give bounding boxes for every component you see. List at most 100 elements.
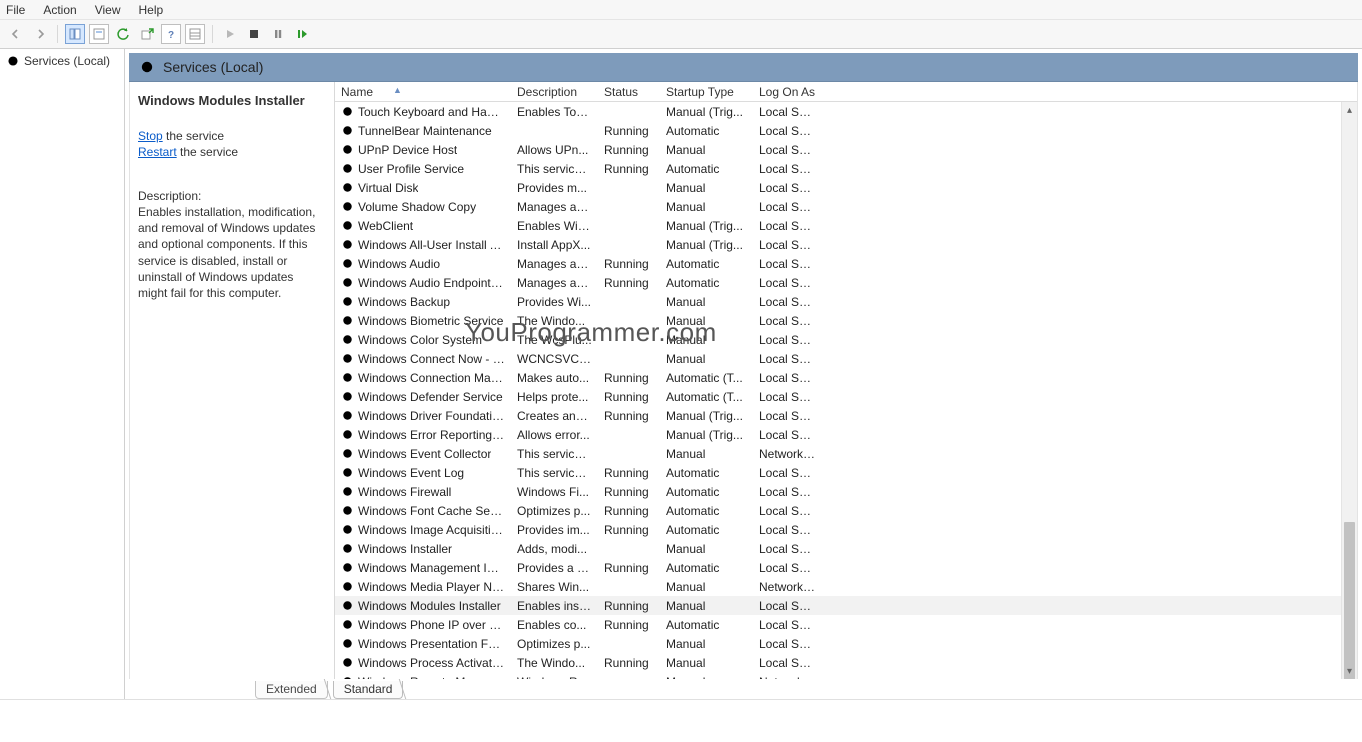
service-row[interactable]: Windows Management Inst...Provides a c..…	[335, 558, 1357, 577]
service-startup-type: Automatic	[660, 276, 753, 290]
service-name: Windows Audio Endpoint B...	[358, 276, 505, 290]
service-startup-type: Manual	[660, 143, 753, 157]
service-row[interactable]: Windows Event LogThis service ...Running…	[335, 463, 1357, 482]
service-description: Provides Wi...	[511, 295, 598, 309]
gear-icon	[341, 314, 354, 327]
grid-button[interactable]	[185, 24, 205, 44]
service-row[interactable]: Windows Audio Endpoint B...Manages au...…	[335, 273, 1357, 292]
service-startup-type: Automatic	[660, 504, 753, 518]
service-row[interactable]: Windows AudioManages au...RunningAutomat…	[335, 254, 1357, 273]
service-row[interactable]: Windows FirewallWindows Fi...RunningAuto…	[335, 482, 1357, 501]
service-row[interactable]: Virtual DiskProvides m...ManualLocal Sys…	[335, 178, 1357, 197]
restart-service-link[interactable]: Restart	[138, 145, 177, 159]
service-row[interactable]: Windows Defender ServiceHelps prote...Ru…	[335, 387, 1357, 406]
service-row[interactable]: Windows Image Acquisitio...Provides im..…	[335, 520, 1357, 539]
service-row[interactable]: User Profile ServiceThis service ...Runn…	[335, 159, 1357, 178]
service-row[interactable]: Windows Biometric ServiceThe Windo...Man…	[335, 311, 1357, 330]
service-logon-as: Local Syste...	[753, 124, 823, 138]
service-logon-as: Local Service	[753, 466, 823, 480]
column-description[interactable]: Description	[511, 83, 598, 101]
stop-service-line: Stop the service	[138, 128, 326, 144]
tab-extended[interactable]: Extended	[255, 681, 328, 699]
column-startup-type[interactable]: Startup Type	[660, 83, 753, 101]
export-button[interactable]	[137, 24, 157, 44]
service-startup-type: Manual	[660, 200, 753, 214]
gear-icon	[341, 428, 354, 441]
tab-standard[interactable]: Standard	[333, 681, 404, 699]
service-description: Optimizes p...	[511, 637, 598, 651]
service-logon-as: Network S...	[753, 675, 823, 680]
tree-root-services[interactable]: Services (Local)	[4, 53, 120, 69]
column-logon-as[interactable]: Log On As	[753, 83, 823, 101]
gear-icon	[341, 523, 354, 536]
service-name: Windows Media Player Net...	[358, 580, 505, 594]
service-row[interactable]: Volume Shadow CopyManages an...ManualLoc…	[335, 197, 1357, 216]
service-row[interactable]: Windows Font Cache ServiceOptimizes p...…	[335, 501, 1357, 520]
stop-service-link[interactable]: Stop	[138, 129, 163, 143]
service-row[interactable]: WebClientEnables Win...Manual (Trig...Lo…	[335, 216, 1357, 235]
gear-icon	[341, 162, 354, 175]
service-row[interactable]: UPnP Device HostAllows UPn...RunningManu…	[335, 140, 1357, 159]
service-status: Running	[598, 656, 660, 670]
service-logon-as: Local Service	[753, 143, 823, 157]
service-row[interactable]: Windows Color SystemThe WcsPlu...ManualL…	[335, 330, 1357, 349]
menu-help[interactable]: Help	[139, 3, 164, 17]
svg-text:?: ?	[168, 30, 174, 40]
service-startup-type: Automatic	[660, 485, 753, 499]
service-status: Running	[598, 485, 660, 499]
vertical-scrollbar[interactable]: ▴ ▾	[1341, 102, 1357, 679]
show-tree-button[interactable]	[65, 24, 85, 44]
gear-icon	[341, 257, 354, 270]
service-row[interactable]: Windows Remote Manage...Windows R...Manu…	[335, 672, 1357, 679]
column-status[interactable]: Status	[598, 83, 660, 101]
selected-service-name: Windows Modules Installer	[138, 92, 326, 110]
service-startup-type: Manual	[660, 656, 753, 670]
service-row[interactable]: Windows Event CollectorThis service ...M…	[335, 444, 1357, 463]
service-name: UPnP Device Host	[358, 143, 457, 157]
service-name: TunnelBear Maintenance	[358, 124, 492, 138]
service-row[interactable]: Windows Connection Mana...Makes auto...R…	[335, 368, 1357, 387]
refresh-button[interactable]	[113, 24, 133, 44]
help-button[interactable]: ?	[161, 24, 181, 44]
service-row[interactable]: Windows Connect Now - C...WCNCSVC ...Man…	[335, 349, 1357, 368]
service-row[interactable]: Windows Phone IP over US...Enables co...…	[335, 615, 1357, 634]
service-row[interactable]: Windows InstallerAdds, modi...ManualLoca…	[335, 539, 1357, 558]
service-name: Windows Biometric Service	[358, 314, 503, 328]
pause-service-button[interactable]	[268, 24, 288, 44]
service-row[interactable]: Windows Driver Foundation...Creates and.…	[335, 406, 1357, 425]
properties-button[interactable]	[89, 24, 109, 44]
start-service-button[interactable]	[220, 24, 240, 44]
gear-icon	[341, 371, 354, 384]
gear-icon	[341, 200, 354, 213]
service-row[interactable]: Windows Process Activatio...The Windo...…	[335, 653, 1357, 672]
service-row[interactable]: Windows All-User Install Ag...Install Ap…	[335, 235, 1357, 254]
service-logon-as: Local Syste...	[753, 409, 823, 423]
service-logon-as: Local Service	[753, 219, 823, 233]
back-button[interactable]	[6, 24, 26, 44]
forward-button[interactable]	[30, 24, 50, 44]
service-name: Windows Backup	[358, 295, 450, 309]
scroll-down-icon[interactable]: ▾	[1342, 663, 1357, 679]
scroll-thumb[interactable]	[1344, 522, 1355, 679]
menu-view[interactable]: View	[95, 3, 121, 17]
service-row[interactable]: Touch Keyboard and Hand...Enables Tou...…	[335, 102, 1357, 121]
service-description: This service ...	[511, 162, 598, 176]
service-description: Shares Win...	[511, 580, 598, 594]
service-row[interactable]: TunnelBear MaintenanceRunningAutomaticLo…	[335, 121, 1357, 140]
service-name: Windows Management Inst...	[358, 561, 505, 575]
stop-service-button[interactable]	[244, 24, 264, 44]
scroll-up-icon[interactable]: ▴	[1342, 102, 1357, 118]
service-row[interactable]: Windows Error Reporting Se...Allows erro…	[335, 425, 1357, 444]
service-logon-as: Local Service	[753, 485, 823, 499]
gear-icon	[341, 124, 354, 137]
column-name[interactable]: Name▲	[335, 83, 511, 101]
service-name: Windows Font Cache Service	[358, 504, 505, 518]
service-row[interactable]: Windows Modules InstallerEnables inst...…	[335, 596, 1357, 615]
service-row[interactable]: Windows Media Player Net... Shares Win...…	[335, 577, 1357, 596]
restart-service-button[interactable]	[292, 24, 312, 44]
menu-action[interactable]: Action	[43, 3, 76, 17]
service-row[interactable]: Windows Presentation Fou...Optimizes p..…	[335, 634, 1357, 653]
service-row[interactable]: Windows BackupProvides Wi...ManualLocal …	[335, 292, 1357, 311]
menu-file[interactable]: File	[6, 3, 25, 17]
service-description: Windows Fi...	[511, 485, 598, 499]
